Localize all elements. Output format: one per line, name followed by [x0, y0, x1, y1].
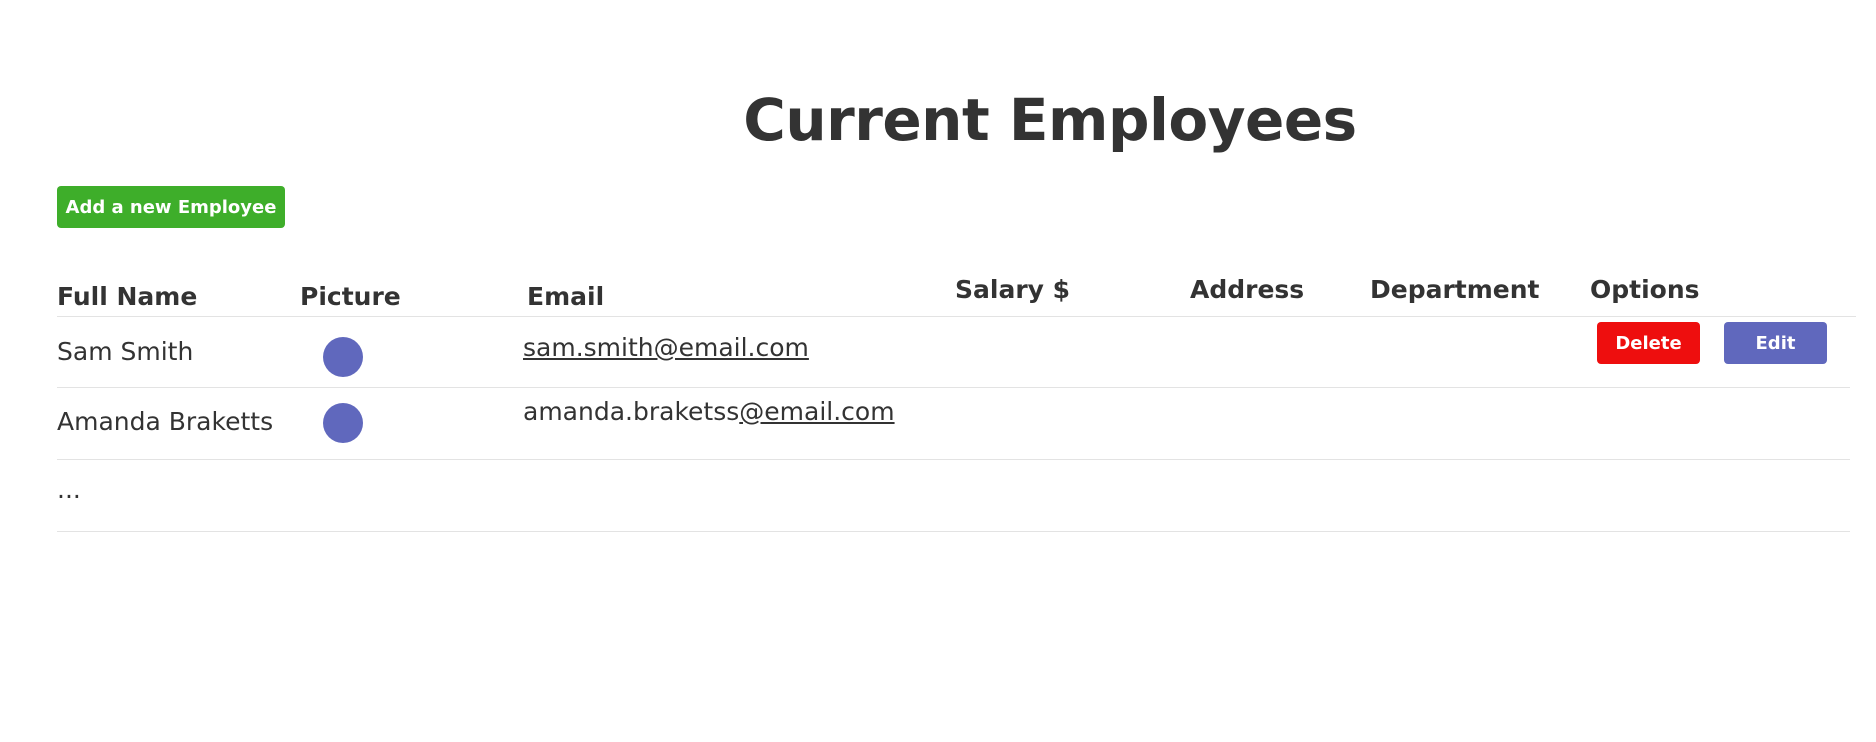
header-department: Department [1370, 275, 1540, 304]
avatar-picture [323, 337, 363, 377]
header-salary: Salary $ [955, 275, 1071, 304]
employee-full-name: Amanda Braketts [57, 407, 274, 436]
edit-button[interactable]: Edit [1724, 322, 1827, 364]
email-local-part: amanda.braketss [523, 397, 740, 426]
more-rows-ellipsis: ... [57, 475, 81, 504]
avatar-picture [323, 403, 363, 443]
employee-email-link[interactable]: sam.smith@email.com [523, 333, 809, 362]
header-full-name: Full Name [57, 282, 198, 311]
header-email: Email [527, 282, 605, 311]
header-options: Options [1590, 275, 1700, 304]
header-address: Address [1190, 275, 1305, 304]
row-divider [57, 459, 1850, 460]
header-divider [57, 316, 1856, 317]
header-picture: Picture [300, 282, 401, 311]
email-domain-link[interactable]: @email.com [739, 397, 894, 426]
page-title: Current Employees [743, 86, 1357, 154]
add-employee-button[interactable]: Add a new Employee [57, 186, 285, 228]
employee-full-name: Sam Smith [57, 337, 194, 366]
delete-button[interactable]: Delete [1597, 322, 1700, 364]
row-divider [57, 531, 1850, 532]
row-divider [57, 387, 1850, 388]
employee-email: amanda.braketss@email.com [523, 397, 895, 426]
